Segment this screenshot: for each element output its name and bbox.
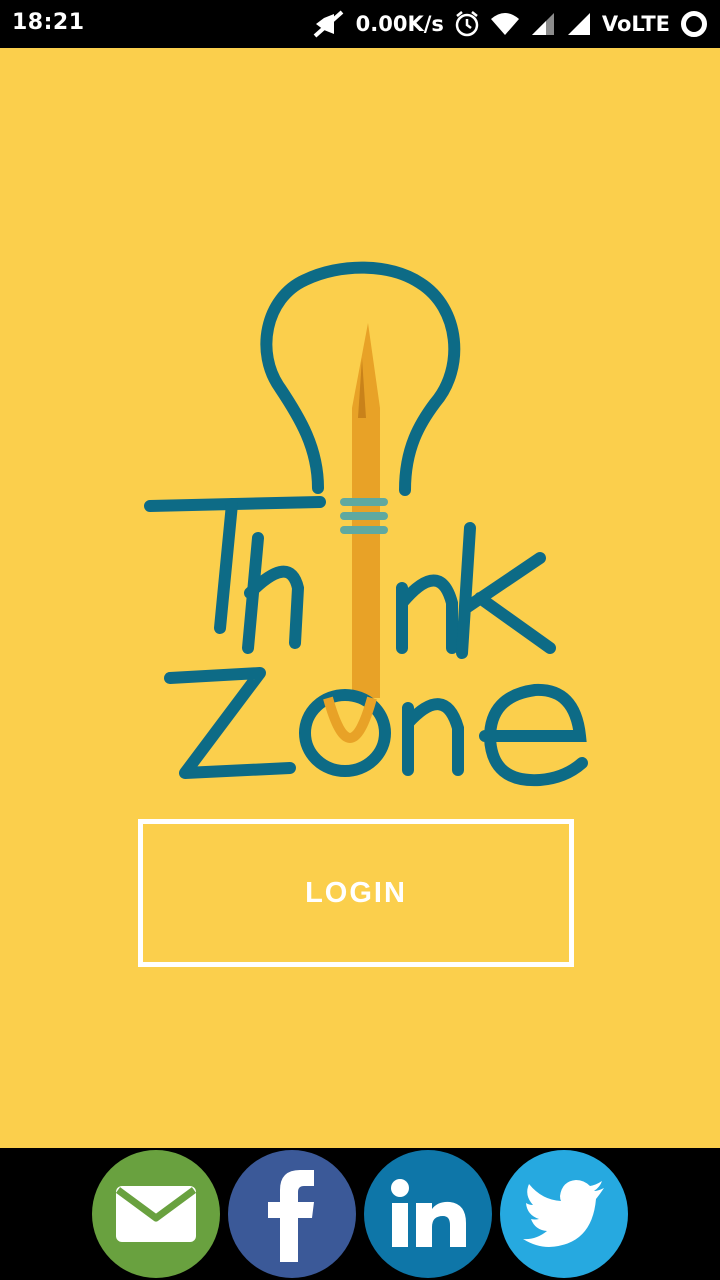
network-type: VoLTE xyxy=(601,12,670,36)
signal-icon xyxy=(531,13,554,35)
twitter-icon xyxy=(523,1180,604,1247)
linkedin-icon xyxy=(391,1179,466,1247)
social-bar xyxy=(0,1148,720,1280)
status-time: 18:21 xyxy=(12,10,85,35)
network-speed: 0.00K/s xyxy=(355,12,444,36)
circle-icon xyxy=(681,11,707,37)
login-button-label: LOGIN xyxy=(305,876,407,909)
think-zone-logo xyxy=(144,261,588,787)
status-icons: 0.00K/s VoLTE xyxy=(312,8,708,40)
email-button[interactable] xyxy=(92,1150,220,1278)
facebook-icon xyxy=(268,1170,314,1262)
envelope-icon xyxy=(115,1186,197,1242)
status-bar: 18:21 0.00K/s VoLTE xyxy=(0,0,720,48)
alarm-icon xyxy=(455,11,479,37)
twitter-button[interactable] xyxy=(500,1150,628,1278)
mute-icon xyxy=(313,10,343,38)
signal-icon xyxy=(567,13,590,35)
login-button[interactable]: LOGIN xyxy=(138,819,574,967)
wifi-icon xyxy=(490,13,519,35)
facebook-button[interactable] xyxy=(228,1150,356,1278)
main-screen: LOGIN xyxy=(0,48,720,1148)
linkedin-button[interactable] xyxy=(364,1150,492,1278)
